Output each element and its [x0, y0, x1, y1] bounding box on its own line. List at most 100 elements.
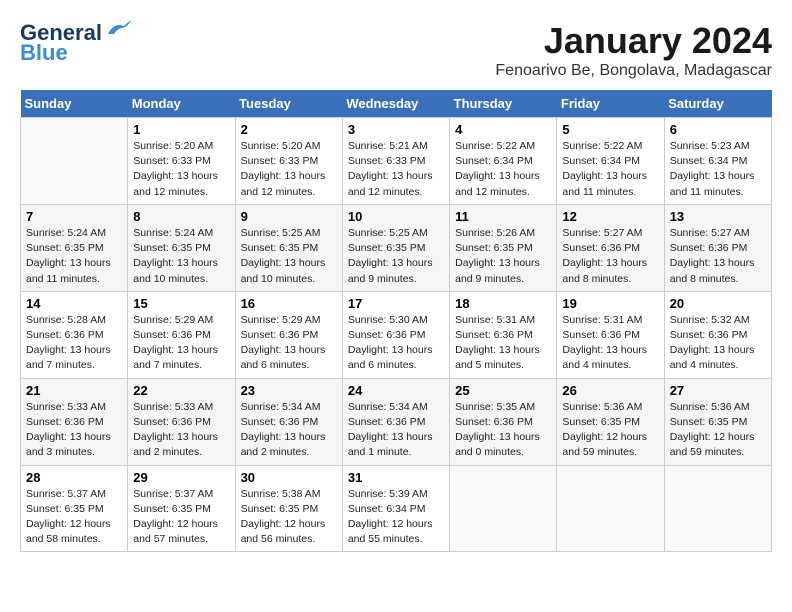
calendar-cell: 9 Sunrise: 5:25 AM Sunset: 6:35 PM Daylig… — [235, 204, 342, 291]
day-info: Sunrise: 5:36 AM Sunset: 6:35 PM Dayligh… — [562, 400, 658, 461]
calendar-cell: 11 Sunrise: 5:26 AM Sunset: 6:35 PM Dayli… — [450, 204, 557, 291]
calendar-cell: 10 Sunrise: 5:25 AM Sunset: 6:35 PM Dayli… — [342, 204, 449, 291]
day-info: Sunrise: 5:37 AM Sunset: 6:35 PM Dayligh… — [133, 487, 229, 548]
calendar-cell: 31Sunrise: 5:39 AM Sunset: 6:34 PM Dayli… — [342, 465, 449, 552]
column-header-friday: Friday — [557, 90, 664, 118]
day-info: Sunrise: 5:32 AM Sunset: 6:36 PM Dayligh… — [670, 313, 766, 374]
day-number: 26 — [562, 383, 658, 398]
day-info: Sunrise: 5:36 AM Sunset: 6:35 PM Dayligh… — [670, 400, 766, 461]
day-info: Sunrise: 5:26 AM Sunset: 6:35 PM Dayligh… — [455, 226, 551, 287]
calendar-cell: 6Sunrise: 5:23 AM Sunset: 6:34 PM Daylig… — [664, 118, 771, 205]
day-info: Sunrise: 5:31 AM Sunset: 6:36 PM Dayligh… — [562, 313, 658, 374]
day-number: 29 — [133, 470, 229, 485]
day-number: 9 — [241, 209, 337, 224]
logo: General Blue — [20, 20, 132, 66]
day-info: Sunrise: 5:31 AM Sunset: 6:36 PM Dayligh… — [455, 313, 551, 374]
calendar-cell: 25Sunrise: 5:35 AM Sunset: 6:36 PM Dayli… — [450, 378, 557, 465]
calendar-cell: 8Sunrise: 5:24 AM Sunset: 6:35 PM Daylig… — [128, 204, 235, 291]
day-info: Sunrise: 5:29 AM Sunset: 6:36 PM Dayligh… — [241, 313, 337, 374]
calendar-cell: 16 Sunrise: 5:29 AM Sunset: 6:36 PM Dayli… — [235, 291, 342, 378]
location: Fenoarivo Be, Bongolava, Madagascar — [495, 62, 772, 80]
day-info: Sunrise: 5:27 AM Sunset: 6:36 PM Dayligh… — [562, 226, 658, 287]
day-number: 12 — [562, 209, 658, 224]
day-number: 17 — [348, 296, 444, 311]
month-title: January 2024 — [495, 20, 772, 62]
day-number: 24 — [348, 383, 444, 398]
day-number: 15 — [133, 296, 229, 311]
day-number: 31 — [348, 470, 444, 485]
calendar-cell: 17 Sunrise: 5:30 AM Sunset: 6:36 PM Dayli… — [342, 291, 449, 378]
day-info: Sunrise: 5:20 AM Sunset: 6:33 PM Dayligh… — [241, 139, 337, 200]
day-info: Sunrise: 5:34 AM Sunset: 6:36 PM Dayligh… — [348, 400, 444, 461]
calendar-cell: 27Sunrise: 5:36 AM Sunset: 6:35 PM Dayli… — [664, 378, 771, 465]
day-number: 21 — [26, 383, 122, 398]
day-info: Sunrise: 5:25 AM Sunset: 6:35 PM Dayligh… — [348, 226, 444, 287]
day-info: Sunrise: 5:29 AM Sunset: 6:36 PM Dayligh… — [133, 313, 229, 374]
column-header-wednesday: Wednesday — [342, 90, 449, 118]
day-info: Sunrise: 5:20 AM Sunset: 6:33 PM Dayligh… — [133, 139, 229, 200]
calendar-cell: 2 Sunrise: 5:20 AM Sunset: 6:33 PM Daylig… — [235, 118, 342, 205]
day-info: Sunrise: 5:27 AM Sunset: 6:36 PM Dayligh… — [670, 226, 766, 287]
column-header-monday: Monday — [128, 90, 235, 118]
calendar-body: 1 Sunrise: 5:20 AM Sunset: 6:33 PM Daylig… — [21, 118, 772, 552]
calendar-cell: 29 Sunrise: 5:37 AM Sunset: 6:35 PM Dayli… — [128, 465, 235, 552]
day-info: Sunrise: 5:21 AM Sunset: 6:33 PM Dayligh… — [348, 139, 444, 200]
calendar-week-5: 28Sunrise: 5:37 AM Sunset: 6:35 PM Dayli… — [21, 465, 772, 552]
calendar-cell: 1 Sunrise: 5:20 AM Sunset: 6:33 PM Daylig… — [128, 118, 235, 205]
day-info: Sunrise: 5:33 AM Sunset: 6:36 PM Dayligh… — [133, 400, 229, 461]
calendar-cell: 15 Sunrise: 5:29 AM Sunset: 6:36 PM Dayli… — [128, 291, 235, 378]
day-number: 22 — [133, 383, 229, 398]
day-number: 13 — [670, 209, 766, 224]
calendar-cell: 13 Sunrise: 5:27 AM Sunset: 6:36 PM Dayli… — [664, 204, 771, 291]
day-number: 1 — [133, 122, 229, 137]
column-header-thursday: Thursday — [450, 90, 557, 118]
calendar-cell — [664, 465, 771, 552]
day-number: 11 — [455, 209, 551, 224]
calendar-week-4: 21 Sunrise: 5:33 AM Sunset: 6:36 PM Dayli… — [21, 378, 772, 465]
day-number: 3 — [348, 122, 444, 137]
day-info: Sunrise: 5:37 AM Sunset: 6:35 PM Dayligh… — [26, 487, 122, 548]
day-info: Sunrise: 5:35 AM Sunset: 6:36 PM Dayligh… — [455, 400, 551, 461]
calendar-cell: 18 Sunrise: 5:31 AM Sunset: 6:36 PM Dayli… — [450, 291, 557, 378]
title-area: January 2024 Fenoarivo Be, Bongolava, Ma… — [495, 20, 772, 80]
calendar-cell — [21, 118, 128, 205]
calendar-cell: 14 Sunrise: 5:28 AM Sunset: 6:36 PM Dayli… — [21, 291, 128, 378]
day-number: 23 — [241, 383, 337, 398]
day-info: Sunrise: 5:30 AM Sunset: 6:36 PM Dayligh… — [348, 313, 444, 374]
calendar-cell: 30Sunrise: 5:38 AM Sunset: 6:35 PM Dayli… — [235, 465, 342, 552]
day-number: 16 — [241, 296, 337, 311]
calendar-cell: 26 Sunrise: 5:36 AM Sunset: 6:35 PM Dayli… — [557, 378, 664, 465]
day-info: Sunrise: 5:24 AM Sunset: 6:35 PM Dayligh… — [26, 226, 122, 287]
calendar-cell: 22 Sunrise: 5:33 AM Sunset: 6:36 PM Dayli… — [128, 378, 235, 465]
day-info: Sunrise: 5:24 AM Sunset: 6:35 PM Dayligh… — [133, 226, 229, 287]
logo-bird-icon — [104, 20, 132, 38]
day-info: Sunrise: 5:34 AM Sunset: 6:36 PM Dayligh… — [241, 400, 337, 461]
day-number: 2 — [241, 122, 337, 137]
day-info: Sunrise: 5:38 AM Sunset: 6:35 PM Dayligh… — [241, 487, 337, 548]
column-header-sunday: Sunday — [21, 90, 128, 118]
calendar-cell — [557, 465, 664, 552]
day-info: Sunrise: 5:28 AM Sunset: 6:36 PM Dayligh… — [26, 313, 122, 374]
column-header-tuesday: Tuesday — [235, 90, 342, 118]
calendar-table: SundayMondayTuesdayWednesdayThursdayFrid… — [20, 90, 772, 552]
day-number: 18 — [455, 296, 551, 311]
day-info: Sunrise: 5:25 AM Sunset: 6:35 PM Dayligh… — [241, 226, 337, 287]
day-number: 14 — [26, 296, 122, 311]
calendar-cell: 5 Sunrise: 5:22 AM Sunset: 6:34 PM Daylig… — [557, 118, 664, 205]
calendar-cell: 7Sunrise: 5:24 AM Sunset: 6:35 PM Daylig… — [21, 204, 128, 291]
day-info: Sunrise: 5:23 AM Sunset: 6:34 PM Dayligh… — [670, 139, 766, 200]
calendar-cell: 23 Sunrise: 5:34 AM Sunset: 6:36 PM Dayli… — [235, 378, 342, 465]
logo-blue: Blue — [20, 40, 68, 66]
calendar-cell: 12 Sunrise: 5:27 AM Sunset: 6:36 PM Dayli… — [557, 204, 664, 291]
calendar-week-1: 1 Sunrise: 5:20 AM Sunset: 6:33 PM Daylig… — [21, 118, 772, 205]
day-info: Sunrise: 5:22 AM Sunset: 6:34 PM Dayligh… — [455, 139, 551, 200]
day-number: 19 — [562, 296, 658, 311]
page-header: General Blue January 2024 Fenoarivo Be, … — [20, 20, 772, 80]
calendar-cell: 20Sunrise: 5:32 AM Sunset: 6:36 PM Dayli… — [664, 291, 771, 378]
calendar-cell — [450, 465, 557, 552]
day-number: 10 — [348, 209, 444, 224]
day-number: 4 — [455, 122, 551, 137]
day-number: 5 — [562, 122, 658, 137]
day-info: Sunrise: 5:22 AM Sunset: 6:34 PM Dayligh… — [562, 139, 658, 200]
calendar-cell: 3 Sunrise: 5:21 AM Sunset: 6:33 PM Daylig… — [342, 118, 449, 205]
